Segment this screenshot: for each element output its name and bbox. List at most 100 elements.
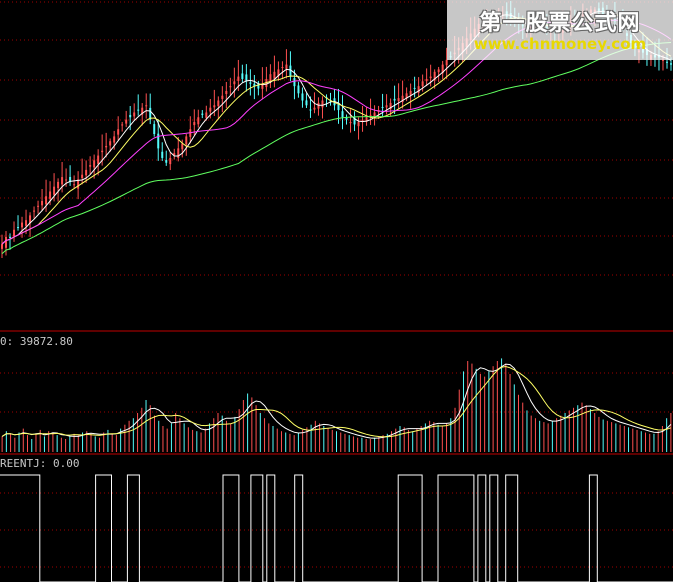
indicator-grid — [0, 492, 673, 568]
candle-body — [9, 236, 12, 238]
candle-body — [145, 105, 148, 107]
candle-body — [125, 119, 128, 124]
candle-body — [153, 124, 156, 135]
reentj-step-line — [0, 474, 673, 582]
candle-body — [369, 114, 372, 116]
candle-body — [293, 78, 296, 87]
candle-body — [93, 160, 96, 168]
volume-grid — [0, 372, 673, 413]
candle-body — [105, 145, 108, 148]
candle-body — [665, 61, 668, 63]
candle-body — [301, 93, 304, 101]
candle-body — [305, 100, 308, 106]
candle-body — [21, 222, 24, 228]
candle-body — [381, 106, 384, 108]
candle-body — [249, 82, 252, 84]
candle-body — [413, 87, 416, 89]
indicator-step-line — [0, 474, 673, 582]
candle-body — [341, 111, 344, 118]
candle-body — [213, 105, 216, 108]
candle-body — [285, 64, 288, 69]
candle-body — [41, 201, 44, 206]
candle-body — [169, 157, 172, 165]
watermark-title: 第一股票公式网 — [479, 11, 641, 36]
candle-body — [421, 81, 424, 87]
candle-body — [1, 244, 4, 249]
candle-body — [73, 184, 76, 186]
candle-body — [209, 107, 212, 112]
candle-body — [113, 136, 116, 143]
volume-ma-10 — [1, 365, 672, 438]
candle-body — [197, 117, 200, 125]
candle-body — [5, 236, 8, 248]
candle-body — [117, 129, 120, 135]
candle-body — [357, 122, 360, 127]
candle-body — [45, 196, 48, 205]
candle-body — [429, 76, 432, 79]
volume-panel-label: 0: 39872.80 — [0, 335, 73, 348]
candle-body — [193, 122, 196, 126]
candle-body — [233, 81, 236, 85]
candle-body — [241, 73, 244, 79]
candle-body — [237, 76, 240, 81]
candle-body — [273, 71, 276, 79]
candle-body — [397, 98, 400, 101]
candle-body — [437, 69, 440, 73]
candle-body — [165, 160, 168, 163]
candle-body — [177, 148, 180, 158]
candle-body — [53, 186, 56, 195]
candle-body — [129, 114, 132, 118]
candle-body — [121, 124, 124, 126]
candle-body — [161, 151, 164, 158]
volume-ma-lines — [1, 363, 672, 439]
candle-body — [361, 119, 364, 121]
candle-body — [425, 78, 428, 82]
stock-chart — [0, 0, 673, 582]
candle-body — [225, 90, 228, 95]
candle-body — [97, 155, 100, 164]
candle-body — [61, 177, 64, 185]
candle-body — [133, 112, 136, 117]
indicator-panel-label: REENTJ: 0.00 — [0, 457, 80, 470]
candle-body — [221, 95, 224, 99]
candle-body — [85, 169, 88, 176]
candle-body — [409, 90, 412, 95]
volume-bars — [1, 358, 672, 452]
candle-body — [309, 109, 312, 111]
candle-body — [349, 122, 352, 124]
candle-body — [321, 100, 324, 108]
candle-body — [201, 113, 204, 115]
candle-body — [37, 205, 40, 207]
candle-body — [217, 100, 220, 107]
candle-body — [669, 63, 672, 65]
candle-body — [101, 150, 104, 153]
candle-body — [445, 59, 448, 66]
candle-body — [89, 165, 92, 167]
candle-body — [17, 227, 20, 229]
candle-body — [81, 174, 84, 179]
candle-body — [109, 141, 112, 146]
candle-body — [297, 85, 300, 94]
candle-body — [373, 112, 376, 117]
candle-body — [385, 105, 388, 108]
candle-body — [25, 220, 28, 226]
candle-body — [289, 65, 292, 77]
candle-body — [185, 136, 188, 145]
candle-body — [205, 112, 208, 118]
candle-body — [345, 118, 348, 120]
watermark-banner: 第一股票公式网 www.chnmoney.com — [447, 0, 673, 60]
candle-body — [65, 179, 68, 181]
candle-body — [229, 86, 232, 88]
candle-body — [49, 191, 52, 199]
watermark-url: www.chnmoney.com — [473, 35, 647, 53]
candle-body — [33, 210, 36, 212]
candle-body — [393, 98, 396, 101]
candle-body — [57, 181, 60, 189]
candle-body — [337, 104, 340, 111]
candle-body — [281, 67, 284, 69]
candle-body — [13, 229, 16, 237]
candle-body — [313, 107, 316, 110]
candle-body — [137, 109, 140, 111]
candle-body — [269, 74, 272, 82]
candle-body — [181, 143, 184, 150]
